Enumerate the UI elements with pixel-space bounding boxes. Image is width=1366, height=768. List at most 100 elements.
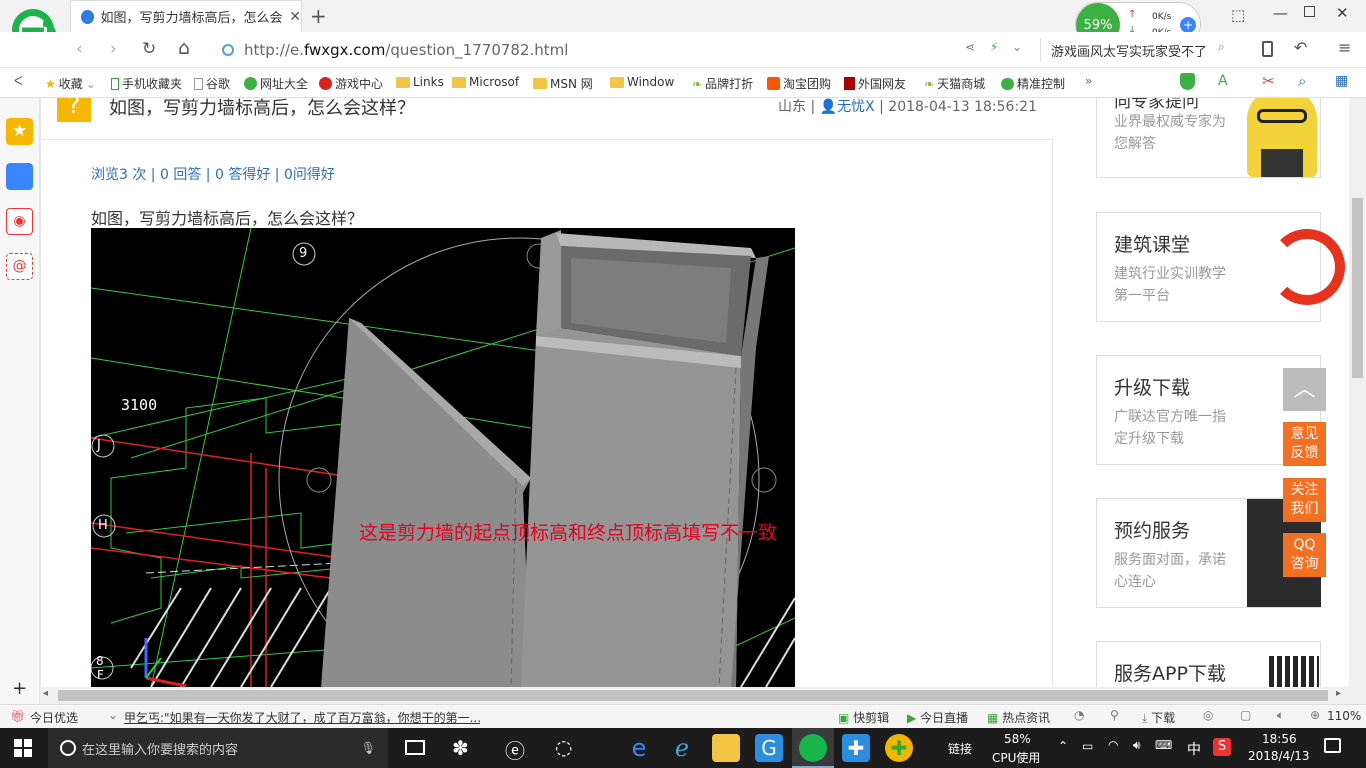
horizontal-scroll-thumb[interactable] xyxy=(58,690,1328,701)
zoom-level[interactable]: 110% xyxy=(1327,709,1361,723)
card-classroom[interactable]: 建筑课堂 建筑行业实训教学第一平台 xyxy=(1096,212,1345,322)
card-ask-expert[interactable]: 向专家提问 业界最权威专家为您解答 xyxy=(1096,98,1321,178)
scissors-icon[interactable]: ✂ xyxy=(1262,72,1275,90)
menu-icon[interactable]: ≡ xyxy=(1338,38,1351,57)
grid-icon[interactable]: ▦ xyxy=(1335,73,1348,89)
swirl-app-icon[interactable]: ◌ xyxy=(555,735,572,759)
sogou-icon[interactable]: S xyxy=(1213,738,1231,756)
green-plus-app-icon[interactable]: ✚ xyxy=(885,734,913,762)
skin-icon[interactable]: ⬚ xyxy=(1231,6,1245,24)
lightning-icon[interactable]: ⚡ xyxy=(990,40,998,54)
back-icon[interactable]: ‹ xyxy=(76,39,83,59)
question-image[interactable]: 9 J H 8 F 3100 这是剪力墙的起点顶标高和终点顶标高填写不一致 xyxy=(91,228,795,687)
tab-active[interactable]: 如图，写剪力墙标高后，怎么会这样？ ✕ xyxy=(70,0,302,32)
clock-time[interactable]: 18:56 xyxy=(1262,732,1297,746)
keyboard-icon[interactable]: ⌨ xyxy=(1155,738,1172,752)
fav-game[interactable]: 游戏中心 xyxy=(319,75,383,92)
undo-icon[interactable]: ↶ xyxy=(1294,38,1307,57)
news-icon[interactable] xyxy=(6,163,33,190)
fav-tmall[interactable]: ❧ 天猫商城 xyxy=(924,75,985,92)
tab-close-icon[interactable]: ✕ xyxy=(289,9,301,25)
fav-hao[interactable]: 网址大全 xyxy=(244,75,308,92)
ime-indicator[interactable]: 中 xyxy=(1187,739,1201,759)
scroll-right-icon[interactable]: ▸ xyxy=(1336,688,1341,699)
share-icon[interactable]: ⋖ xyxy=(965,40,975,54)
fav-precise[interactable]: 精准控制 xyxy=(1001,75,1065,92)
pinwheel-app-icon[interactable]: ✽ xyxy=(452,736,469,760)
search-icon[interactable]: ⌕ xyxy=(1218,40,1225,55)
fav-links[interactable]: Links xyxy=(396,75,444,89)
translate-icon[interactable]: A xyxy=(1218,73,1228,89)
mobile-icon[interactable] xyxy=(1262,41,1273,57)
horizontal-scrollbar[interactable]: ◂ ▸ xyxy=(40,687,1366,704)
fav-foreign[interactable]: 外国网友 xyxy=(844,75,906,92)
network-label[interactable]: 链接 xyxy=(948,740,972,757)
weibo-icon[interactable]: ◉ xyxy=(6,208,33,235)
minimize-icon[interactable]: — xyxy=(1273,4,1288,22)
home-icon[interactable]: ⌂ xyxy=(178,37,190,59)
feedback-button[interactable]: 意见反馈 xyxy=(1283,422,1326,466)
notification-icon[interactable] xyxy=(1324,738,1341,753)
status-browser-icon[interactable]: ◎ xyxy=(1203,708,1213,722)
fav-windows[interactable]: Window xyxy=(610,75,674,89)
fav-msn[interactable]: MSN 网 xyxy=(533,75,593,92)
favbar-collapse-icon[interactable]: ᐸ xyxy=(14,74,23,88)
news-ticker[interactable]: 甲乞丐:"如果有一天你发了大财了，成了百万富翁，你想干的第一... xyxy=(124,709,480,726)
fav-google[interactable]: 谷歌 xyxy=(194,75,230,92)
meta-user[interactable]: 无忧X xyxy=(837,99,875,115)
restore-icon[interactable] xyxy=(1304,6,1315,17)
volume-icon[interactable]: 🔊︎ xyxy=(1133,738,1141,753)
fav-taobao[interactable]: 淘宝团购 xyxy=(767,75,831,92)
back-to-top-button[interactable]: ︿ xyxy=(1283,368,1326,411)
mic-icon[interactable]: 🎙︎ xyxy=(361,741,376,755)
forward-icon[interactable]: › xyxy=(110,39,117,59)
active-browser-task[interactable] xyxy=(792,728,834,768)
e-browser-app-icon[interactable]: ⓔ xyxy=(505,735,525,764)
search-field[interactable]: 游戏画风太写实玩家受不了 xyxy=(1040,38,1240,62)
ie-icon[interactable]: ℯ xyxy=(668,734,696,762)
card-app-download[interactable]: 服务APP下载 xyxy=(1096,641,1321,687)
status-pin-icon[interactable]: ⚲ xyxy=(1110,708,1119,722)
magnifier-icon[interactable]: ⌕ xyxy=(1298,72,1306,90)
refresh-icon[interactable]: ↻ xyxy=(142,39,156,59)
sidebar-add-icon[interactable]: + xyxy=(12,678,27,699)
mail-icon[interactable]: @ xyxy=(6,253,33,280)
task-view-icon[interactable] xyxy=(405,740,425,755)
tray-expand-icon[interactable]: ⌃ xyxy=(1058,739,1068,753)
url-field[interactable]: http://e. fwxgx.com/question_1770782.html xyxy=(222,38,982,62)
new-tab-icon[interactable]: + xyxy=(310,4,327,28)
g-app-icon[interactable]: G xyxy=(755,734,783,762)
fav-mobile[interactable]: 手机收藏夹 xyxy=(111,75,182,92)
close-window-icon[interactable]: ✕ xyxy=(1336,4,1349,22)
status-sound-icon[interactable]: 🔈︎ xyxy=(1277,708,1284,723)
favorites-star-icon[interactable]: ★ xyxy=(6,118,33,145)
battery-icon[interactable]: ▭ xyxy=(1082,739,1093,753)
today-picks[interactable]: 今日优选 xyxy=(30,709,78,726)
taskbar-search[interactable]: 在这里输入你要搜索的内容 🎙︎ xyxy=(48,728,388,768)
edge-icon[interactable]: e xyxy=(625,734,653,762)
url-dropdown-icon[interactable]: ⌄ xyxy=(1012,40,1022,54)
wifi-icon[interactable]: ◠ xyxy=(1108,738,1118,752)
boost-icon[interactable]: + xyxy=(1180,17,1196,33)
windows-start-icon[interactable] xyxy=(14,739,32,757)
scroll-left-icon[interactable]: ◂ xyxy=(43,688,48,699)
fav-brand[interactable]: ❧ 品牌打折 xyxy=(692,75,753,92)
fav-microsoft[interactable]: Microsof xyxy=(452,75,519,89)
vertical-scroll-thumb[interactable] xyxy=(1352,198,1363,378)
status-item-download[interactable]: ⤓ 下载 xyxy=(1142,709,1175,726)
status-window-icon[interactable]: ▢ xyxy=(1240,708,1251,722)
shield-icon[interactable] xyxy=(1180,73,1195,90)
status-item-live[interactable]: ▶ 今日直播 xyxy=(907,709,968,726)
follow-button[interactable]: 关注我们 xyxy=(1283,478,1326,522)
qq-consult-button[interactable]: QQ咨询 xyxy=(1283,533,1326,577)
vertical-scrollbar[interactable] xyxy=(1349,98,1366,687)
news-expand-icon[interactable]: ⌄ xyxy=(108,708,118,722)
file-explorer-icon[interactable] xyxy=(712,734,740,762)
favbar-more-icon[interactable]: » xyxy=(1085,74,1092,88)
status-item-news[interactable]: ▦ 热点资讯 xyxy=(987,709,1050,726)
fav-collect[interactable]: ★ 收藏 ⌄ xyxy=(45,75,96,92)
status-item-clip[interactable]: ▣ 快剪辑 xyxy=(838,709,889,726)
status-speed-icon[interactable]: ◔ xyxy=(1074,708,1084,722)
clock-date[interactable]: 2018/4/13 xyxy=(1248,749,1310,763)
plus-app-icon[interactable]: ✚ xyxy=(842,734,870,762)
